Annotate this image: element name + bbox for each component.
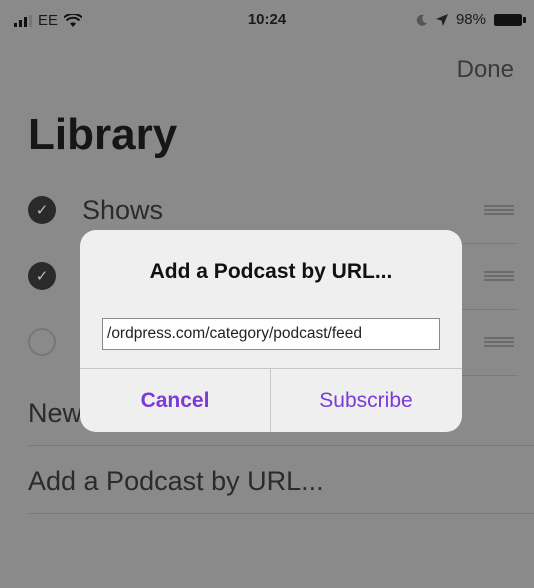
subscribe-button[interactable]: Subscribe — [271, 369, 461, 432]
status-bar: EE 10:24 98% — [0, 0, 534, 36]
moon-icon — [416, 14, 427, 26]
list-row-label: Add a Podcast by URL... — [28, 466, 324, 496]
location-arrow-icon — [435, 13, 448, 26]
page-title: Library — [28, 110, 178, 159]
unchecked-circle-icon[interactable] — [28, 328, 56, 356]
list-row-label: New — [28, 398, 83, 428]
battery-percent: 98% — [455, 11, 486, 28]
dialog-title: Add a Podcast by URL... — [149, 260, 393, 283]
reorder-handle-icon[interactable] — [484, 337, 514, 347]
row-separator — [28, 445, 534, 446]
cancel-button[interactable]: Cancel — [80, 369, 270, 432]
checkmark-icon[interactable]: ✓ — [28, 196, 56, 224]
battery-icon — [494, 13, 526, 26]
status-right: 98% — [416, 11, 526, 28]
reorder-handle-icon[interactable] — [484, 205, 514, 215]
list-row-add-podcast-by-url[interactable]: Add a Podcast by URL... — [28, 448, 534, 514]
add-podcast-dialog: Add a Podcast by URL... Cancel Subscribe — [80, 230, 462, 432]
reorder-handle-icon[interactable] — [484, 271, 514, 281]
library-item-label: Shows — [82, 195, 164, 225]
podcast-url-input[interactable] — [102, 318, 440, 350]
checkmark-icon[interactable]: ✓ — [28, 262, 56, 290]
row-separator — [28, 513, 534, 514]
done-button[interactable]: Done — [457, 56, 514, 84]
